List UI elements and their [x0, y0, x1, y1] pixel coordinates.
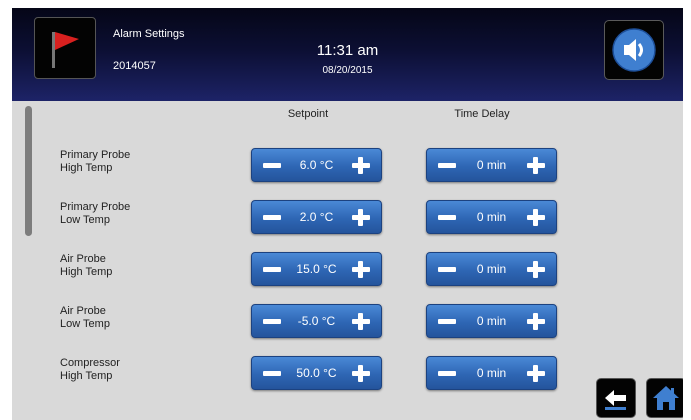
- minus-icon: [263, 371, 281, 376]
- minus-icon: [438, 215, 456, 220]
- delay-stepper-primary-probe-low: 0 min: [426, 200, 557, 234]
- row-label-line1: Air Probe: [60, 253, 106, 265]
- setpoint-value: 6.0 °C: [299, 158, 334, 172]
- minus-icon: [263, 319, 281, 324]
- time-delay-column-header: Time Delay: [454, 108, 510, 120]
- increment-button[interactable]: [346, 357, 376, 389]
- minus-icon: [263, 215, 281, 220]
- page-title: Alarm Settings: [113, 28, 185, 40]
- row-label-line2: High Temp: [60, 370, 113, 382]
- setpoint-value: -5.0 °C: [297, 314, 336, 328]
- setpoint-value: 50.0 °C: [296, 366, 337, 380]
- clock-time: 11:31 am: [316, 42, 379, 59]
- row-label-line1: Air Probe: [60, 305, 106, 317]
- setpoint-stepper-air-probe-high: 15.0 °C: [251, 252, 382, 286]
- setpoint-column-header: Setpoint: [287, 108, 329, 120]
- row-label-line1: Primary Probe: [60, 149, 131, 161]
- setpoint-value: 2.0 °C: [299, 210, 334, 224]
- row-label-line2: High Temp: [60, 266, 113, 278]
- setpoint-value: 15.0 °C: [296, 262, 337, 276]
- increment-button[interactable]: [346, 201, 376, 233]
- setpoint-stepper-primary-probe-low: 2.0 °C: [251, 200, 382, 234]
- increment-button[interactable]: [346, 253, 376, 285]
- home-button[interactable]: [646, 378, 683, 418]
- row-label-primary-probe-high: Primary Probe High Temp: [60, 149, 130, 175]
- vertical-scrollbar[interactable]: [25, 106, 32, 236]
- delay-value: 0 min: [476, 314, 507, 328]
- setpoint-stepper-compressor-high: 50.0 °C: [251, 356, 382, 390]
- setpoint-stepper-primary-probe-high: 6.0 °C: [251, 148, 382, 182]
- minus-icon: [438, 163, 456, 168]
- row-label-air-probe-low: Air Probe Low Temp: [60, 305, 110, 331]
- increment-button[interactable]: [346, 305, 376, 337]
- row-label-compressor-high: Compressor High Temp: [60, 357, 120, 383]
- delay-stepper-air-probe-high: 0 min: [426, 252, 557, 286]
- minus-icon: [263, 163, 281, 168]
- minus-icon: [438, 371, 456, 376]
- minus-icon: [263, 267, 281, 272]
- delay-value: 0 min: [476, 262, 507, 276]
- delay-stepper-air-probe-low: 0 min: [426, 304, 557, 338]
- row-label-primary-probe-low: Primary Probe Low Temp: [60, 201, 130, 227]
- row-label-line1: Primary Probe: [60, 201, 131, 213]
- increment-button[interactable]: [521, 253, 551, 285]
- row-label-air-probe-high: Air Probe High Temp: [60, 253, 112, 279]
- increment-button[interactable]: [521, 201, 551, 233]
- increment-button[interactable]: [346, 149, 376, 181]
- header-bar: Alarm Settings 2014057 11:31 am 08/20/20…: [12, 8, 683, 101]
- delay-value: 0 min: [476, 158, 507, 172]
- speaker-icon: [612, 28, 656, 72]
- sound-button[interactable]: [604, 20, 664, 80]
- back-button[interactable]: [596, 378, 636, 418]
- delay-value: 0 min: [476, 366, 507, 380]
- delay-stepper-compressor-high: 0 min: [426, 356, 557, 390]
- delay-stepper-primary-probe-high: 0 min: [426, 148, 557, 182]
- increment-button[interactable]: [521, 357, 551, 389]
- delay-value: 0 min: [476, 210, 507, 224]
- row-label-line1: Compressor: [60, 357, 120, 369]
- increment-button[interactable]: [521, 149, 551, 181]
- minus-icon: [438, 319, 456, 324]
- increment-button[interactable]: [521, 305, 551, 337]
- minus-icon: [438, 267, 456, 272]
- row-label-line2: Low Temp: [60, 318, 110, 330]
- back-arrow-icon: [605, 390, 626, 410]
- clock-date: 08/20/2015: [322, 65, 373, 76]
- setpoint-stepper-air-probe-low: -5.0 °C: [251, 304, 382, 338]
- screen: Alarm Settings 2014057 11:31 am 08/20/20…: [12, 8, 683, 420]
- row-label-line2: Low Temp: [60, 214, 110, 226]
- row-label-line2: High Temp: [60, 162, 113, 174]
- home-icon: [653, 386, 679, 410]
